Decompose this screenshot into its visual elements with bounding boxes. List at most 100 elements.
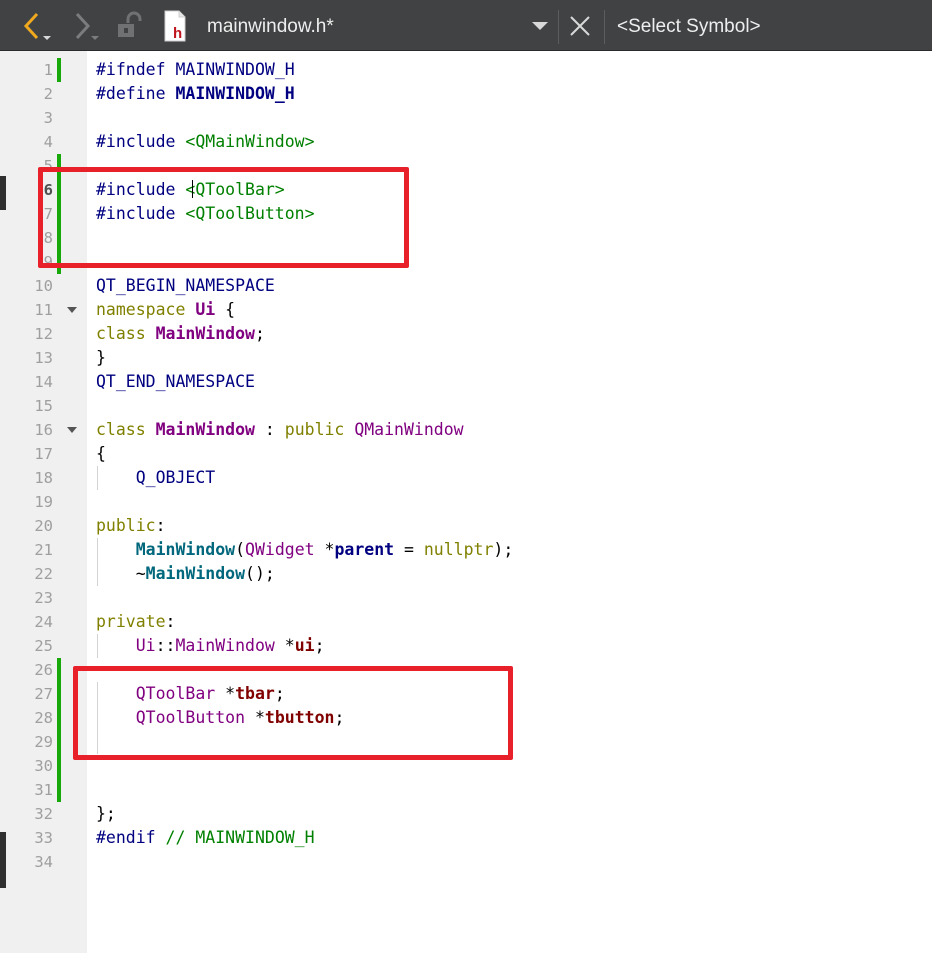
code-token: MainWindow — [155, 420, 255, 439]
code-token: ); — [493, 540, 514, 559]
line-number: 14 — [34, 373, 53, 391]
code-line[interactable]: 4 #include <QMainWindow> — [0, 130, 932, 154]
code-line[interactable]: 34 — [0, 850, 932, 874]
code-text: #endif // MAINWINDOW_H — [96, 826, 315, 850]
line-number: 33 — [34, 829, 53, 847]
code-token: ( — [235, 540, 246, 559]
code-line[interactable]: 23 — [0, 586, 932, 610]
annotation-box-members — [73, 666, 513, 760]
line-number: 1 — [43, 61, 53, 79]
code-text: QT_END_NAMESPACE — [96, 370, 255, 394]
code-line[interactable]: 10 QT_BEGIN_NAMESPACE — [0, 274, 932, 298]
indent-guide — [97, 466, 98, 490]
code-token: #ifndef — [96, 60, 176, 79]
code-text: public: — [96, 514, 166, 538]
code-line[interactable]: 25 Ui::MainWindow *ui; — [0, 634, 932, 658]
code-token: #include — [96, 132, 186, 151]
annotation-box-includes — [38, 167, 409, 268]
fold-toggle-icon[interactable] — [67, 427, 77, 433]
code-token: MainWindow — [145, 564, 246, 583]
code-line[interactable]: 12 class MainWindow; — [0, 322, 932, 346]
code-token: Ui — [195, 300, 216, 319]
code-token: #define — [96, 84, 176, 103]
code-text: namespace Ui { — [96, 298, 235, 322]
unlock-icon — [118, 11, 142, 37]
code-line[interactable]: 33 #endif // MAINWINDOW_H — [0, 826, 932, 850]
toolbar-separator — [558, 10, 559, 44]
code-line[interactable]: 11 namespace Ui { — [0, 298, 932, 322]
code-token: MainWindow — [175, 636, 275, 655]
editor-toolbar: h mainwindow.h* <Select Symbol> — [0, 0, 932, 51]
code-token: parent — [334, 540, 395, 559]
code-token: QT_BEGIN_NAMESPACE — [96, 276, 275, 295]
code-line[interactable]: 21 MainWindow(QWidget *parent = nullptr)… — [0, 538, 932, 562]
code-token: MainWindow — [155, 324, 255, 343]
code-editor[interactable]: 1 #ifndef MAINWINDOW_H 2 #define MAINWINDOW… — [0, 51, 932, 953]
code-token: <QMainWindow> — [185, 132, 315, 151]
forward-arrow-icon — [75, 12, 99, 40]
line-number: 22 — [34, 565, 53, 583]
line-number: 2 — [43, 85, 53, 103]
open-file-name[interactable]: mainwindow.h* — [207, 0, 334, 51]
code-line[interactable]: 22 ~MainWindow(); — [0, 562, 932, 586]
dropdown-arrow-icon — [532, 21, 548, 30]
code-text: #include <QMainWindow> — [96, 130, 315, 154]
back-arrow-icon — [23, 12, 51, 40]
code-text: #define MAINWINDOW_H — [96, 82, 295, 106]
code-line[interactable]: 14 QT_END_NAMESPACE — [0, 370, 932, 394]
line-number: 11 — [34, 301, 53, 319]
code-line[interactable]: 2 #define MAINWINDOW_H — [0, 82, 932, 106]
code-token: class — [96, 420, 156, 439]
code-line[interactable]: 13} — [0, 346, 932, 370]
code-text: MainWindow(QWidget *parent = nullptr); — [96, 538, 514, 562]
line-number: 17 — [34, 445, 53, 463]
code-line[interactable]: 18 Q_OBJECT — [0, 466, 932, 490]
fold-toggle-icon[interactable] — [67, 307, 77, 313]
code-token: ; — [254, 324, 265, 343]
line-number: 26 — [34, 661, 53, 679]
line-number: 10 — [34, 277, 53, 295]
code-token: QMainWindow — [354, 420, 464, 439]
code-token: Ui — [135, 636, 156, 655]
file-lock-toggle[interactable] — [111, 0, 145, 51]
code-token: private — [96, 612, 166, 631]
code-token: (); — [245, 564, 275, 583]
code-token: MAINWINDOW_H — [175, 60, 295, 79]
code-line[interactable]: 1 #ifndef MAINWINDOW_H — [0, 58, 932, 82]
file-type-icon-wrap: h — [158, 0, 192, 51]
line-number: 32 — [34, 805, 53, 823]
code-token: : — [165, 612, 176, 631]
code-line[interactable]: 32}; — [0, 802, 932, 826]
code-token: class — [96, 324, 156, 343]
open-documents-dropdown[interactable] — [526, 0, 554, 51]
code-text: private: — [96, 610, 175, 634]
code-text: Ui::MainWindow *ui; — [96, 634, 325, 658]
symbol-selector[interactable]: <Select Symbol> — [617, 0, 761, 51]
code-line[interactable]: 31 — [0, 778, 932, 802]
back-button[interactable] — [14, 0, 54, 51]
code-line[interactable]: 19 — [0, 490, 932, 514]
line-number: 20 — [34, 517, 53, 535]
header-file-icon: h — [164, 10, 186, 42]
code-line[interactable]: 15 — [0, 394, 932, 418]
change-marker — [57, 58, 61, 82]
code-text: class MainWindow : public QMainWindow — [96, 418, 464, 442]
code-line[interactable]: 24 private: — [0, 610, 932, 634]
close-document-button[interactable] — [563, 0, 597, 51]
code-token: public — [284, 420, 355, 439]
code-text: Q_OBJECT — [96, 466, 215, 490]
code-line[interactable]: 20 public: — [0, 514, 932, 538]
code-token: QWidget — [245, 540, 315, 559]
code-line[interactable]: 3 — [0, 106, 932, 130]
code-text: } — [96, 346, 106, 370]
code-line[interactable]: 17 { — [0, 442, 932, 466]
code-line[interactable]: 16 class MainWindow : public QMainWindow — [0, 418, 932, 442]
code-token: #endif — [96, 828, 166, 847]
forward-button[interactable] — [64, 0, 104, 51]
close-icon — [570, 15, 590, 36]
line-number: 12 — [34, 325, 53, 343]
line-number: 4 — [43, 133, 53, 151]
code-text: #ifndef MAINWINDOW_H — [96, 58, 295, 82]
